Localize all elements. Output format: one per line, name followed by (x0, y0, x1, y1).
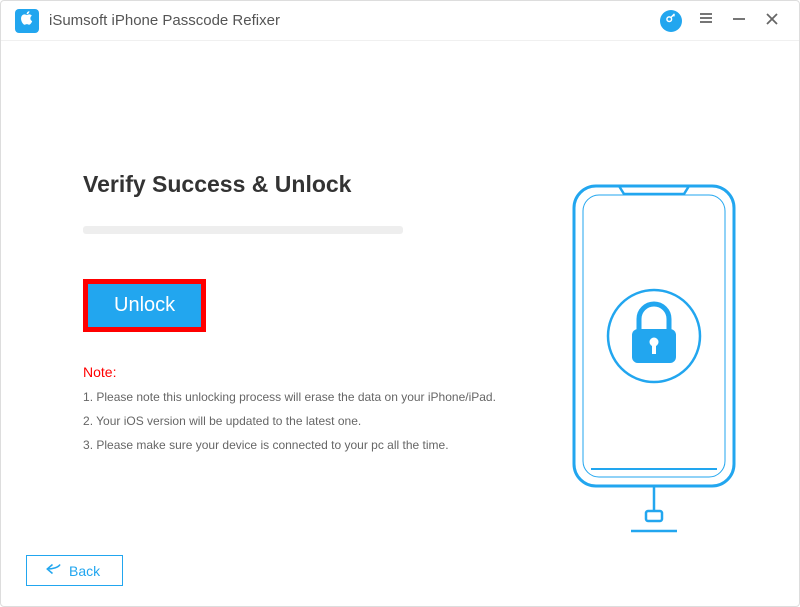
help-button[interactable] (660, 10, 682, 32)
note-item: Please make sure your device is connecte… (83, 438, 503, 452)
app-window: iSumsoft iPhone Passcode Refixer (0, 0, 800, 607)
unlock-button[interactable]: Unlock (88, 284, 201, 327)
app-logo (15, 9, 39, 33)
back-button[interactable]: Back (26, 555, 123, 586)
note-list: Please note this unlocking process will … (83, 390, 503, 452)
note-item: Please note this unlocking process will … (83, 390, 503, 404)
key-icon (664, 11, 678, 30)
left-column: Verify Success & Unlock Unlock Note: Ple… (83, 171, 503, 452)
apple-icon (19, 10, 35, 31)
back-button-label: Back (69, 563, 100, 579)
titlebar: iSumsoft iPhone Passcode Refixer (1, 1, 799, 41)
phone-illustration (569, 181, 739, 546)
minimize-button[interactable] (730, 10, 748, 31)
titlebar-controls (660, 10, 781, 32)
menu-button[interactable] (697, 10, 715, 31)
close-button[interactable] (763, 10, 781, 31)
close-icon (765, 10, 779, 30)
unlock-button-highlight: Unlock (83, 279, 206, 332)
app-title: iSumsoft iPhone Passcode Refixer (49, 12, 660, 29)
menu-icon (698, 10, 714, 30)
page-heading: Verify Success & Unlock (83, 171, 503, 198)
lock-icon (639, 304, 669, 331)
minimize-icon (732, 10, 746, 30)
progress-bar (83, 226, 403, 234)
note-label: Note: (83, 364, 503, 380)
back-arrow-icon (45, 562, 63, 579)
main-content: Verify Success & Unlock Unlock Note: Ple… (1, 41, 799, 452)
note-item: Your iOS version will be updated to the … (83, 414, 503, 428)
